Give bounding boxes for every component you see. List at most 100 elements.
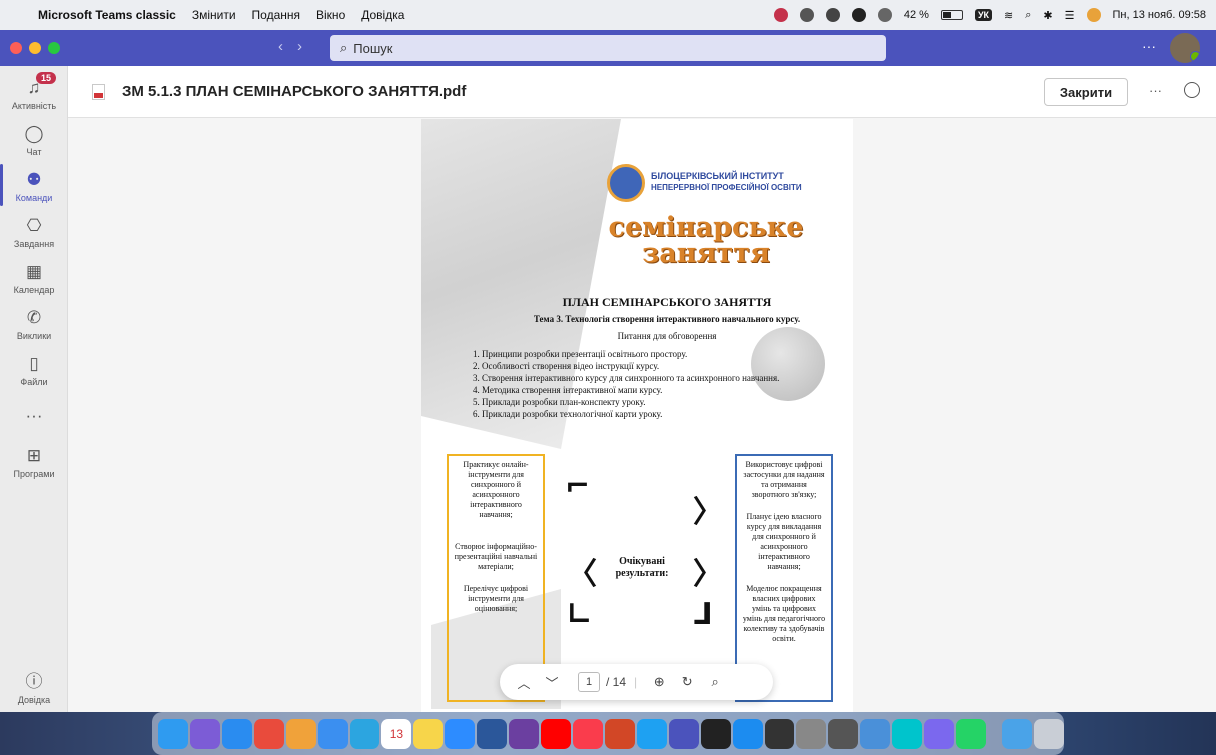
preview-icon[interactable] bbox=[860, 718, 891, 749]
next-page-icon[interactable]: ﹀ bbox=[538, 673, 566, 692]
app-store-icon[interactable] bbox=[732, 718, 763, 749]
app-icon[interactable] bbox=[700, 718, 731, 749]
search-input[interactable]: ⌕ Пошук bbox=[330, 35, 886, 61]
list-item: 3. Створення інтерактивного курсу для си… bbox=[473, 373, 780, 383]
conversation-icon[interactable] bbox=[1184, 82, 1200, 98]
more-options-button[interactable]: ··· bbox=[1149, 83, 1162, 98]
status-app-icon[interactable] bbox=[877, 8, 892, 22]
institute-logo bbox=[607, 164, 645, 202]
rail-item-more[interactable]: ··· bbox=[0, 406, 68, 429]
app-icon[interactable] bbox=[636, 718, 667, 749]
battery-percent: 42 % bbox=[903, 9, 929, 21]
search-icon[interactable]: ⌕ bbox=[1025, 9, 1031, 22]
photos-icon[interactable] bbox=[285, 718, 316, 749]
whatsapp-icon[interactable] bbox=[956, 718, 986, 749]
page-number-input[interactable]: 1 bbox=[578, 672, 600, 692]
expected-results-label: Очікувані результати: bbox=[615, 556, 669, 579]
youtube-icon[interactable] bbox=[541, 718, 571, 749]
zoom-in-icon[interactable]: ⊕ bbox=[645, 674, 673, 690]
siri-icon[interactable] bbox=[1086, 8, 1101, 22]
bell-icon: ♫ bbox=[27, 78, 41, 97]
printer-icon[interactable] bbox=[828, 718, 859, 749]
close-button[interactable]: Закрити bbox=[1044, 78, 1128, 106]
bracket-shape: 〉 bbox=[693, 557, 723, 592]
institute-name-line2: НЕПЕРЕРВНОЇ ПРОФЕСІЙНОЇ ОСВІТИ bbox=[651, 183, 802, 192]
calendar-icon[interactable]: 13 bbox=[381, 718, 412, 749]
rail-item-assignments[interactable]: ⎔ Завдання bbox=[0, 216, 68, 249]
downloads-folder-icon[interactable] bbox=[1001, 718, 1032, 749]
search-icon[interactable]: ⌕ bbox=[701, 674, 729, 690]
battery-icon[interactable] bbox=[940, 10, 963, 20]
outcome-item: Планує ідею власного курсу для викладанн… bbox=[746, 512, 822, 571]
viber-icon[interactable] bbox=[509, 718, 540, 749]
menu-help[interactable]: Довідка bbox=[361, 8, 404, 22]
rail-item-chat[interactable]: ◯ Чат bbox=[0, 124, 68, 157]
main-content: ЗМ 5.1.3 ПЛАН СЕМІНАРСЬКОГО ЗАНЯТТЯ.pdf … bbox=[68, 66, 1216, 712]
menu-view[interactable]: Подання bbox=[252, 8, 300, 22]
wifi-icon[interactable]: ≋ bbox=[1004, 9, 1013, 22]
bracket-shape: ∟ bbox=[567, 597, 593, 632]
zoom-icon[interactable] bbox=[445, 718, 476, 749]
forward-arrow-icon[interactable]: › bbox=[297, 38, 302, 55]
teams-icon[interactable] bbox=[668, 718, 699, 749]
avatar[interactable] bbox=[1170, 33, 1200, 63]
rail-item-calls[interactable]: ✆ Виклики bbox=[0, 308, 68, 341]
control-center-icon[interactable]: ☰ bbox=[1065, 9, 1075, 22]
canva-icon[interactable] bbox=[892, 718, 923, 749]
word-icon[interactable] bbox=[477, 718, 508, 749]
status-app-icon[interactable] bbox=[773, 8, 788, 22]
previous-page-icon[interactable]: ︿ bbox=[510, 673, 538, 692]
safari-icon[interactable] bbox=[221, 718, 252, 749]
mail-icon[interactable] bbox=[317, 718, 348, 749]
search-placeholder: Пошук bbox=[353, 40, 393, 56]
app-icon[interactable] bbox=[924, 718, 955, 749]
launchpad-icon[interactable] bbox=[189, 718, 220, 749]
pdf-page: БІЛОЦЕРКІВСЬКИЙ ІНСТИТУТ НЕПЕРЕРВНОЇ ПРО… bbox=[421, 119, 853, 712]
back-arrow-icon[interactable]: ‹ bbox=[278, 38, 283, 55]
chrome-icon[interactable] bbox=[253, 718, 284, 749]
rail-item-activity[interactable]: ♫ 15 Активність bbox=[0, 72, 68, 111]
phone-icon: ✆ bbox=[26, 308, 42, 327]
macos-dock: 13 bbox=[152, 712, 1064, 755]
rail-item-label: Довідка bbox=[17, 695, 51, 705]
list-item: 4. Методика створення інтерактивної мапи… bbox=[473, 385, 663, 395]
keyboard-layout[interactable]: УК bbox=[974, 9, 993, 21]
bluetooth-icon[interactable]: ✱ bbox=[1043, 9, 1052, 22]
zoom-window-button[interactable] bbox=[48, 42, 60, 54]
rotate-icon[interactable]: ↻ bbox=[673, 674, 701, 690]
rail-item-files[interactable]: ▯ Файли bbox=[0, 354, 68, 387]
chat-icon: ◯ bbox=[24, 124, 44, 143]
rail-item-label: Файли bbox=[20, 377, 48, 387]
macos-menubar: Microsoft Teams classic Змінити Подання … bbox=[0, 0, 1216, 30]
calculator-icon[interactable] bbox=[764, 718, 795, 749]
search-icon: ⌕ bbox=[340, 40, 348, 55]
shield-icon[interactable] bbox=[825, 8, 840, 22]
notification-badge: 15 bbox=[36, 72, 57, 84]
document-title: ЗМ 5.1.3 ПЛАН СЕМІНАРСЬКОГО ЗАНЯТТЯ.pdf bbox=[122, 83, 467, 100]
outcome-item: Перелічує цифрові інструменти для оцінюв… bbox=[463, 584, 529, 613]
rail-item-label: Програми bbox=[13, 469, 55, 479]
menu-edit[interactable]: Змінити bbox=[192, 8, 236, 22]
rail-item-calendar[interactable]: ▦ Календар bbox=[0, 262, 68, 295]
minimize-window-button[interactable] bbox=[29, 42, 41, 54]
music-icon[interactable] bbox=[572, 718, 603, 749]
notes-icon[interactable] bbox=[413, 718, 444, 749]
rail-item-teams[interactable]: ⚉ Команди bbox=[0, 164, 68, 206]
rail-item-apps[interactable]: ⊞ Програми bbox=[0, 446, 68, 479]
finder-icon[interactable] bbox=[158, 718, 188, 749]
institute-name: БІЛОЦЕРКІВСЬКИЙ ІНСТИТУТ НЕПЕРЕРВНОЇ ПРО… bbox=[651, 171, 802, 193]
powerpoint-icon[interactable] bbox=[604, 718, 635, 749]
clock[interactable]: Пн, 13 нояб. 09:58 bbox=[1113, 9, 1206, 21]
status-app-icon[interactable] bbox=[851, 8, 866, 22]
menu-app-name[interactable]: Microsoft Teams classic bbox=[38, 8, 176, 22]
apps-icon: ⊞ bbox=[26, 446, 42, 465]
close-window-button[interactable] bbox=[10, 42, 22, 54]
pdf-file-icon bbox=[92, 84, 105, 100]
settings-icon[interactable] bbox=[796, 718, 827, 749]
telegram-icon[interactable] bbox=[349, 718, 380, 749]
status-app-icon[interactable] bbox=[799, 8, 814, 22]
menu-window[interactable]: Вікно bbox=[316, 8, 345, 22]
trash-icon[interactable] bbox=[1033, 718, 1064, 749]
settings-more-button[interactable]: ··· bbox=[1142, 38, 1156, 54]
rail-item-help[interactable]: ⓘ Довідка bbox=[0, 672, 68, 705]
